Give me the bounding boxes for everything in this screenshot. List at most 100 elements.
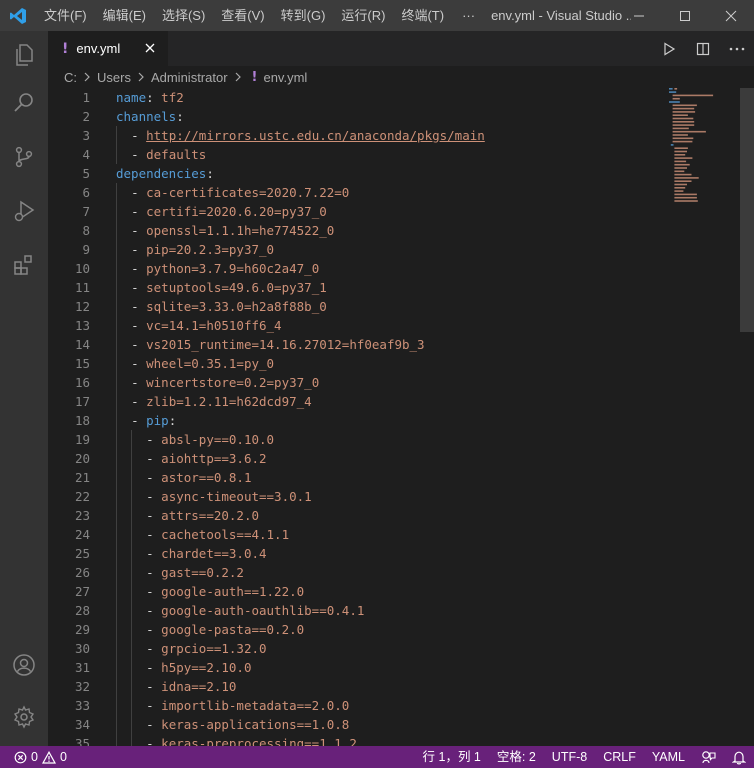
code-line[interactable]: 14 - vs2015_runtime=14.16.27012=hf0eaf9b… [48, 335, 740, 354]
token: wincertstore=0.2=py37_0 [146, 375, 320, 390]
minimap-line [674, 88, 678, 90]
line-number: 14 [74, 337, 90, 352]
feedback-button[interactable] [693, 746, 724, 768]
indent-guide [131, 544, 133, 563]
breadcrumb-drive[interactable]: C: [64, 70, 77, 85]
code-line[interactable]: 22 - async-timeout==3.0.1 [48, 487, 740, 506]
code-line[interactable]: 27 - google-auth==1.22.0 [48, 582, 740, 601]
code-line[interactable]: 8 - openssl=1.1.1h=he774522_0 [48, 221, 740, 240]
minimap-line [674, 193, 697, 196]
code-line[interactable]: 12 - sqlite=3.33.0=h2a8f88b_0 [48, 297, 740, 316]
line-number: 8 [82, 223, 90, 238]
minimap-line [672, 127, 689, 130]
code-line[interactable]: 17 - zlib=1.2.11=h62dcd97_4 [48, 392, 740, 411]
code-line[interactable]: 25 - chardet==3.0.4 [48, 544, 740, 563]
code-line[interactable]: 6 - ca-certificates=2020.7.22=0 [48, 183, 740, 202]
indent-guide [116, 221, 117, 240]
line-number: 18 [74, 413, 90, 428]
indent-guide [116, 525, 117, 544]
code-line[interactable]: 24 - cachetools==4.1.1 [48, 525, 740, 544]
encoding-status[interactable]: UTF-8 [544, 746, 595, 768]
problems-indicator[interactable]: 0 0 [8, 746, 75, 768]
menu-terminal[interactable]: 终端(T) [393, 0, 452, 31]
source-control-button[interactable] [0, 133, 48, 181]
code-line[interactable]: 2 channels: [48, 107, 740, 126]
code-line[interactable]: 18 - pip: [48, 411, 740, 430]
maximize-button[interactable] [662, 0, 708, 31]
cursor-position[interactable]: 行 1，列 1 [415, 746, 489, 768]
code-line[interactable]: 32 - idna==2.10 [48, 677, 740, 696]
indent-guide [116, 696, 117, 715]
menu-run[interactable]: 运行(R) [333, 0, 393, 31]
code-line[interactable]: 1 name: tf2 [48, 88, 740, 107]
token: keras-applications==1.0.8 [161, 717, 350, 732]
code-line[interactable]: 20 - aiohttp==3.6.2 [48, 449, 740, 468]
manage-button[interactable] [0, 693, 48, 741]
code-line[interactable]: 11 - setuptools=49.6.0=py37_1 [48, 278, 740, 297]
explorer-button[interactable] [0, 31, 48, 79]
status-bar: 0 0 行 1，列 1 空格: 2 UTF-8 CRLF YAML [0, 746, 754, 768]
code-line[interactable]: 26 - gast==0.2.2 [48, 563, 740, 582]
menu-more-button[interactable]: ··· [452, 8, 485, 23]
code-line[interactable]: 34 - keras-applications==1.0.8 [48, 715, 740, 734]
code-line[interactable]: 13 - vc=14.1=h0510ff6_4 [48, 316, 740, 335]
code-line[interactable]: 31 - h5py==2.10.0 [48, 658, 740, 677]
minimize-button[interactable] [616, 0, 662, 31]
menu-file[interactable]: 文件(F) [36, 0, 95, 31]
indentation-status[interactable]: 空格: 2 [489, 746, 544, 768]
code-line[interactable]: 9 - pip=20.2.3=py37_0 [48, 240, 740, 259]
code-line[interactable]: 35 - keras-preprocessing==1.1.2 [48, 734, 740, 746]
split-editor-button[interactable] [686, 31, 720, 66]
code-line[interactable]: 16 - wincertstore=0.2=py37_0 [48, 373, 740, 392]
line-number: 9 [82, 242, 90, 257]
breadcrumb-administrator[interactable]: Administrator [151, 70, 228, 85]
code-line[interactable]: 28 - google-auth-oauthlib==0.4.1 [48, 601, 740, 620]
accounts-button[interactable] [0, 641, 48, 689]
extensions-button[interactable] [0, 241, 48, 289]
scrollbar-thumb[interactable] [740, 88, 754, 332]
eol-status[interactable]: CRLF [595, 746, 644, 768]
run-debug-button[interactable] [0, 187, 48, 235]
indent-guide [116, 335, 117, 354]
tab-close-button[interactable] [142, 40, 158, 56]
menu-selection[interactable]: 选择(S) [154, 0, 213, 31]
vertical-scrollbar[interactable] [740, 88, 754, 746]
indent-guide [116, 734, 117, 746]
code-line[interactable]: 7 - certifi=2020.6.20=py37_0 [48, 202, 740, 221]
line-number: 33 [74, 698, 90, 713]
code-line[interactable]: 5 dependencies: [48, 164, 740, 183]
minimap[interactable] [665, 88, 740, 746]
code-line[interactable]: 30 - grpcio==1.32.0 [48, 639, 740, 658]
code-line[interactable]: 23 - attrs==20.2.0 [48, 506, 740, 525]
code-line[interactable]: 19 - absl-py==0.10.0 [48, 430, 740, 449]
menu-go[interactable]: 转到(G) [273, 0, 334, 31]
minimap-line [672, 114, 688, 116]
menu-edit[interactable]: 编辑(E) [95, 0, 154, 31]
menu-view[interactable]: 查看(V) [213, 0, 272, 31]
breadcrumb-file[interactable]: env.yml [263, 70, 307, 85]
breadcrumb-users[interactable]: Users [97, 70, 131, 85]
code-line[interactable]: 3 - http://mirrors.ustc.edu.cn/anaconda/… [48, 126, 740, 145]
close-window-button[interactable] [708, 0, 754, 31]
notifications-button[interactable] [724, 746, 754, 768]
search-button[interactable] [0, 79, 48, 127]
source-control-icon [15, 146, 33, 168]
code-editor[interactable]: 1 name: tf2 2 channels: 3 - http://mirrors.… [48, 88, 740, 746]
line-number: 13 [74, 318, 90, 333]
token: cachetools==4.1.1 [161, 527, 290, 542]
minimap-preview [669, 88, 714, 202]
tab-env-yml[interactable]: ! env.yml [48, 31, 168, 66]
code-text: - absl-py==0.10.0 [146, 432, 275, 447]
code-line[interactable]: 29 - google-pasta==0.2.0 [48, 620, 740, 639]
language-mode[interactable]: YAML [644, 746, 693, 768]
more-actions-button[interactable] [720, 31, 754, 66]
code-line[interactable]: 21 - astor==0.8.1 [48, 468, 740, 487]
token: chardet==3.0.4 [161, 546, 267, 561]
code-line[interactable]: 15 - wheel=0.35.1=py_0 [48, 354, 740, 373]
run-file-button[interactable] [652, 31, 686, 66]
code-line[interactable]: 4 - defaults [48, 145, 740, 164]
code-line[interactable]: 10 - python=3.7.9=h60c2a47_0 [48, 259, 740, 278]
token: astor==0.8.1 [161, 470, 252, 485]
code-line[interactable]: 33 - importlib-metadata==2.0.0 [48, 696, 740, 715]
code-text: - idna==2.10 [146, 679, 237, 694]
